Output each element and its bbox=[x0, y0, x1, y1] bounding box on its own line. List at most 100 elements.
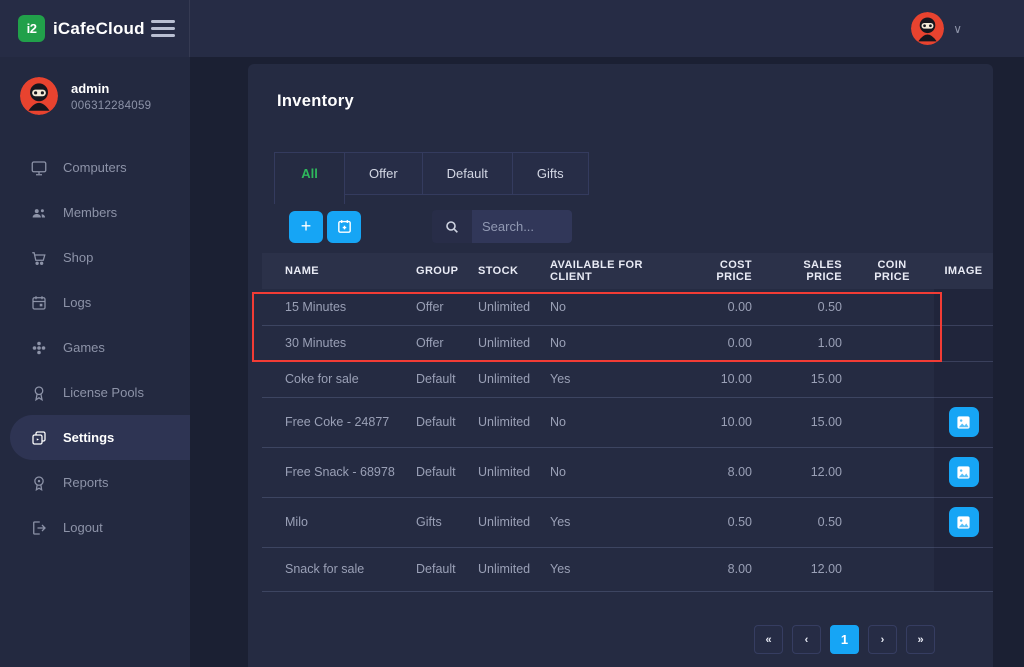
cell-available: No bbox=[542, 325, 690, 361]
col-coin-price: COIN PRICE bbox=[850, 253, 934, 289]
table-row: Free Snack - 68978 Default Unlimited No … bbox=[262, 447, 993, 497]
cell-group: Offer bbox=[408, 325, 470, 361]
sidebar-item-label: License Pools bbox=[63, 385, 144, 400]
cell-coin bbox=[850, 497, 934, 547]
pagination-last-button[interactable]: » bbox=[906, 625, 935, 654]
table-row: Milo Gifts Unlimited Yes 0.50 0.50 bbox=[262, 497, 993, 547]
sidebar-item-label: Members bbox=[63, 205, 117, 220]
view-image-button[interactable] bbox=[949, 457, 979, 487]
inventory-table: NAME GROUP STOCK AVAILABLE FOR CLIENT CO… bbox=[262, 253, 993, 592]
col-image: IMAGE bbox=[934, 253, 993, 289]
cell-available: No bbox=[542, 397, 690, 447]
view-image-button[interactable] bbox=[949, 507, 979, 537]
sidebar-item-label: Logout bbox=[63, 520, 103, 535]
inventory-tabs: All Offer Default Gifts bbox=[274, 152, 589, 204]
topbar: i2 iCafeCloud ∨ bbox=[0, 0, 1024, 57]
sidebar-item-label: Logs bbox=[63, 295, 91, 310]
pagination-next-button[interactable]: › bbox=[868, 625, 897, 654]
cell-stock: Unlimited bbox=[470, 397, 542, 447]
games-icon bbox=[30, 339, 48, 357]
sidebar-item-members[interactable]: Members bbox=[0, 190, 190, 235]
tab-all[interactable]: All bbox=[274, 152, 345, 204]
sidebar-item-shop[interactable]: Shop bbox=[0, 235, 190, 280]
cell-cost: 8.00 bbox=[690, 447, 760, 497]
cell-stock: Unlimited bbox=[470, 547, 542, 591]
table-row: 30 Minutes Offer Unlimited No 0.00 1.00 bbox=[262, 325, 993, 361]
cell-stock: Unlimited bbox=[470, 447, 542, 497]
cell-cost: 10.00 bbox=[690, 361, 760, 397]
add-item-button[interactable]: + bbox=[289, 211, 323, 243]
cell-stock: Unlimited bbox=[470, 289, 542, 325]
col-sales-price: SALES PRICE bbox=[760, 253, 850, 289]
sidebar-item-logout[interactable]: Logout bbox=[0, 505, 190, 550]
hamburger-menu-icon[interactable] bbox=[151, 16, 175, 41]
search-bar bbox=[432, 210, 572, 243]
sidebar-item-computers[interactable]: Computers bbox=[0, 145, 190, 190]
col-stock: STOCK bbox=[470, 253, 542, 289]
cell-available: No bbox=[542, 289, 690, 325]
pagination-prev-button[interactable]: ‹ bbox=[792, 625, 821, 654]
cell-group: Default bbox=[408, 361, 470, 397]
cell-name: Milo bbox=[262, 497, 408, 547]
cell-image bbox=[934, 447, 993, 497]
monitor-icon bbox=[30, 159, 48, 177]
pagination-page-1-button[interactable]: 1 bbox=[830, 625, 859, 654]
topbar-user-menu[interactable]: ∨ bbox=[911, 12, 1024, 45]
cell-image bbox=[934, 325, 993, 361]
cell-image bbox=[934, 497, 993, 547]
tab-offer[interactable]: Offer bbox=[344, 152, 423, 195]
table-row: 15 Minutes Offer Unlimited No 0.00 0.50 bbox=[262, 289, 993, 325]
sidebar-item-license-pools[interactable]: License Pools bbox=[0, 370, 190, 415]
cart-icon bbox=[30, 249, 48, 267]
cell-image bbox=[934, 397, 993, 447]
image-icon bbox=[956, 515, 971, 530]
calendar-plus-icon bbox=[336, 218, 353, 235]
search-icon bbox=[444, 219, 460, 235]
cell-sales: 0.50 bbox=[760, 497, 850, 547]
cell-available: Yes bbox=[542, 547, 690, 591]
sidebar-item-settings[interactable]: Settings bbox=[10, 415, 190, 460]
cell-stock: Unlimited bbox=[470, 325, 542, 361]
brand-area: i2 iCafeCloud bbox=[0, 0, 190, 57]
cell-group: Offer bbox=[408, 289, 470, 325]
search-input[interactable] bbox=[472, 210, 572, 243]
search-button[interactable] bbox=[432, 210, 472, 243]
cell-name: 15 Minutes bbox=[262, 289, 408, 325]
cell-cost: 0.00 bbox=[690, 289, 760, 325]
members-icon bbox=[30, 204, 48, 222]
cell-group: Gifts bbox=[408, 497, 470, 547]
cell-sales: 12.00 bbox=[760, 447, 850, 497]
tab-gifts[interactable]: Gifts bbox=[512, 152, 589, 195]
cell-name: 30 Minutes bbox=[262, 325, 408, 361]
view-image-button[interactable] bbox=[949, 407, 979, 437]
user-id: 006312284059 bbox=[71, 100, 151, 112]
sidebar-item-label: Reports bbox=[63, 475, 109, 490]
pagination-first-button[interactable]: « bbox=[754, 625, 783, 654]
chevron-down-icon[interactable]: ∨ bbox=[953, 22, 962, 36]
cell-group: Default bbox=[408, 447, 470, 497]
image-icon bbox=[956, 415, 971, 430]
cell-sales: 1.00 bbox=[760, 325, 850, 361]
app-logo-icon: i2 bbox=[18, 15, 45, 42]
cell-coin bbox=[850, 397, 934, 447]
cell-stock: Unlimited bbox=[470, 361, 542, 397]
table-row: Coke for sale Default Unlimited Yes 10.0… bbox=[262, 361, 993, 397]
award-icon bbox=[30, 384, 48, 402]
sidebar-item-logs[interactable]: Logs bbox=[0, 280, 190, 325]
table-row: Free Coke - 24877 Default Unlimited No 1… bbox=[262, 397, 993, 447]
calendar-add-button[interactable] bbox=[327, 211, 361, 243]
inventory-card: Inventory All Offer Default Gifts + bbox=[248, 64, 993, 667]
cell-sales: 15.00 bbox=[760, 397, 850, 447]
logout-icon bbox=[30, 519, 48, 537]
brand-name: iCafeCloud bbox=[53, 19, 145, 39]
tab-default[interactable]: Default bbox=[422, 152, 513, 195]
sidebar-nav: Computers Members Shop Logs bbox=[0, 145, 190, 550]
pagination: « ‹ 1 › » bbox=[754, 625, 935, 654]
user-avatar[interactable] bbox=[911, 12, 944, 45]
table-header-row: NAME GROUP STOCK AVAILABLE FOR CLIENT CO… bbox=[262, 253, 993, 289]
image-icon bbox=[956, 465, 971, 480]
cell-cost: 10.00 bbox=[690, 397, 760, 447]
cell-group: Default bbox=[408, 397, 470, 447]
sidebar-item-games[interactable]: Games bbox=[0, 325, 190, 370]
sidebar-item-reports[interactable]: Reports bbox=[0, 460, 190, 505]
